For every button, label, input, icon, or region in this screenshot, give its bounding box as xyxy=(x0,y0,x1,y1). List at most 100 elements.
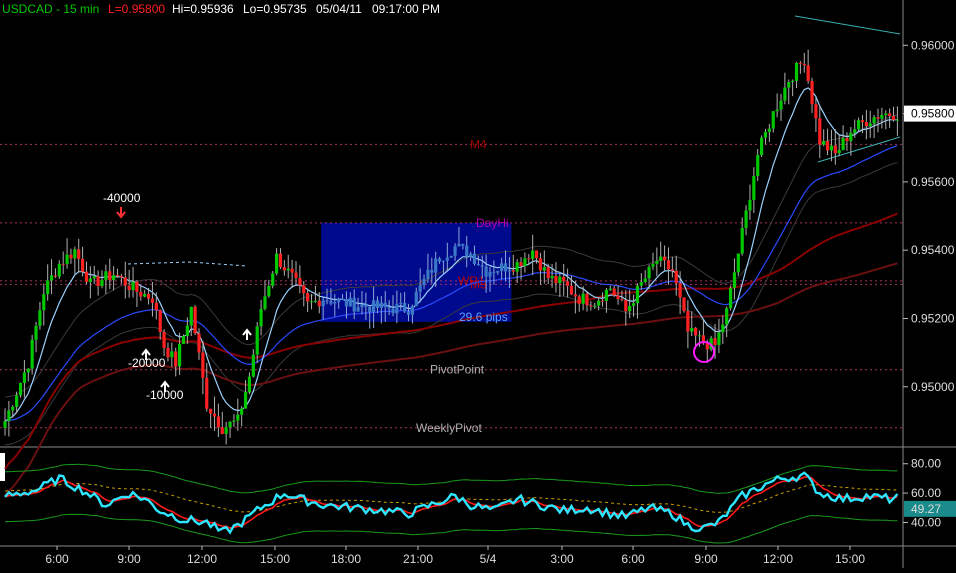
candle-body[interactable] xyxy=(403,302,407,312)
candle-body[interactable] xyxy=(38,310,42,326)
candle-body[interactable] xyxy=(127,285,131,290)
candle-body[interactable] xyxy=(736,253,740,273)
candle-body[interactable] xyxy=(763,131,768,138)
candle-body[interactable] xyxy=(434,258,438,273)
candle-body[interactable] xyxy=(77,249,81,259)
candle-body[interactable] xyxy=(181,335,186,344)
candle-body[interactable] xyxy=(406,311,411,315)
candle-body[interactable] xyxy=(108,271,112,281)
candle-body[interactable] xyxy=(857,120,861,130)
candle-body[interactable] xyxy=(178,343,182,367)
candle-body[interactable] xyxy=(325,300,329,302)
candle-body[interactable] xyxy=(674,270,678,284)
candle-body[interactable] xyxy=(744,210,748,228)
candle-body[interactable] xyxy=(53,275,58,277)
candle-body[interactable] xyxy=(162,331,166,348)
candle-body[interactable] xyxy=(523,258,527,267)
candle-body[interactable] xyxy=(7,410,11,422)
candle-body[interactable] xyxy=(278,253,283,268)
candle-body[interactable] xyxy=(837,150,841,154)
candle-body[interactable] xyxy=(593,305,597,307)
candle-body[interactable] xyxy=(426,269,430,279)
candle-body[interactable] xyxy=(84,271,89,282)
candle-body[interactable] xyxy=(876,117,880,119)
candle-body[interactable] xyxy=(779,100,783,110)
candle-body[interactable] xyxy=(884,113,888,115)
candle-body[interactable] xyxy=(236,414,240,421)
candle-body[interactable] xyxy=(818,118,822,145)
candle-body[interactable] xyxy=(732,272,737,289)
candle-body[interactable] xyxy=(600,300,605,302)
candle-body[interactable] xyxy=(185,325,189,336)
candle-body[interactable] xyxy=(845,138,849,142)
candle-body[interactable] xyxy=(534,250,539,259)
candle-body[interactable] xyxy=(500,263,504,271)
candle-body[interactable] xyxy=(437,258,442,262)
candle-body[interactable] xyxy=(740,227,744,254)
candle-body[interactable] xyxy=(721,324,725,333)
candle-body[interactable] xyxy=(352,297,356,312)
candle-body[interactable] xyxy=(340,298,345,300)
candle-body[interactable] xyxy=(96,276,100,287)
candle-body[interactable] xyxy=(286,268,290,271)
candle-body[interactable] xyxy=(457,243,461,247)
candle-body[interactable] xyxy=(232,420,236,422)
candle-body[interactable] xyxy=(302,285,306,294)
candle-body[interactable] xyxy=(154,302,158,311)
candle-body[interactable] xyxy=(647,266,651,279)
candle-body[interactable] xyxy=(690,328,694,332)
candle-body[interactable] xyxy=(391,308,395,314)
candle-body[interactable] xyxy=(868,123,872,127)
candle-body[interactable] xyxy=(833,145,837,154)
candle-body[interactable] xyxy=(224,427,228,434)
candle-body[interactable] xyxy=(317,300,321,307)
trading-chart[interactable]: USDCAD - 15 min L=0.95800 Hi=0.95936 Lo=… xyxy=(0,0,956,568)
candle-body[interactable] xyxy=(65,254,69,265)
candle-body[interactable] xyxy=(205,377,209,409)
candle-body[interactable] xyxy=(849,132,853,142)
candle-body[interactable] xyxy=(139,291,143,297)
highlight-range-box[interactable] xyxy=(321,222,512,322)
candle-body[interactable] xyxy=(511,270,515,272)
candle-body[interactable] xyxy=(694,328,698,336)
candle-body[interactable] xyxy=(112,275,116,281)
candle-body[interactable] xyxy=(488,271,492,277)
candle-body[interactable] xyxy=(143,293,147,297)
candle-body[interactable] xyxy=(663,256,667,261)
candle-body[interactable] xyxy=(542,267,546,271)
candle-body[interactable] xyxy=(379,302,383,308)
candle-body[interactable] xyxy=(251,354,255,377)
candle-body[interactable] xyxy=(659,256,663,262)
candle-body[interactable] xyxy=(174,351,178,367)
candle-body[interactable] xyxy=(189,306,193,326)
candle-body[interactable] xyxy=(267,285,271,297)
candle-body[interactable] xyxy=(3,421,7,428)
candle-body[interactable] xyxy=(612,288,616,296)
candle-body[interactable] xyxy=(775,109,779,112)
candle-body[interactable] xyxy=(344,299,349,307)
candle-body[interactable] xyxy=(651,263,655,267)
candle-body[interactable] xyxy=(333,302,337,304)
candle-body[interactable] xyxy=(282,267,286,271)
candle-body[interactable] xyxy=(259,308,263,327)
candle-body[interactable] xyxy=(309,301,314,303)
candle-body[interactable] xyxy=(395,304,399,314)
candle-body[interactable] xyxy=(383,302,387,308)
candle-body[interactable] xyxy=(422,278,426,286)
candle-body[interactable] xyxy=(895,119,899,121)
candle-body[interactable] xyxy=(631,303,636,306)
candle-body[interactable] xyxy=(243,392,248,409)
candle-body[interactable] xyxy=(806,65,810,81)
candle-body[interactable] xyxy=(18,383,23,396)
candle-body[interactable] xyxy=(597,300,601,306)
candle-body[interactable] xyxy=(11,406,15,411)
candle-body[interactable] xyxy=(441,260,446,262)
candle-body[interactable] xyxy=(569,285,574,295)
candle-body[interactable] xyxy=(364,304,368,307)
candle-body[interactable] xyxy=(554,275,558,284)
candle-body[interactable] xyxy=(666,260,671,270)
candle-body[interactable] xyxy=(752,176,756,200)
candle-body[interactable] xyxy=(566,281,570,286)
candle-body[interactable] xyxy=(209,408,213,414)
candle-body[interactable] xyxy=(589,305,593,307)
